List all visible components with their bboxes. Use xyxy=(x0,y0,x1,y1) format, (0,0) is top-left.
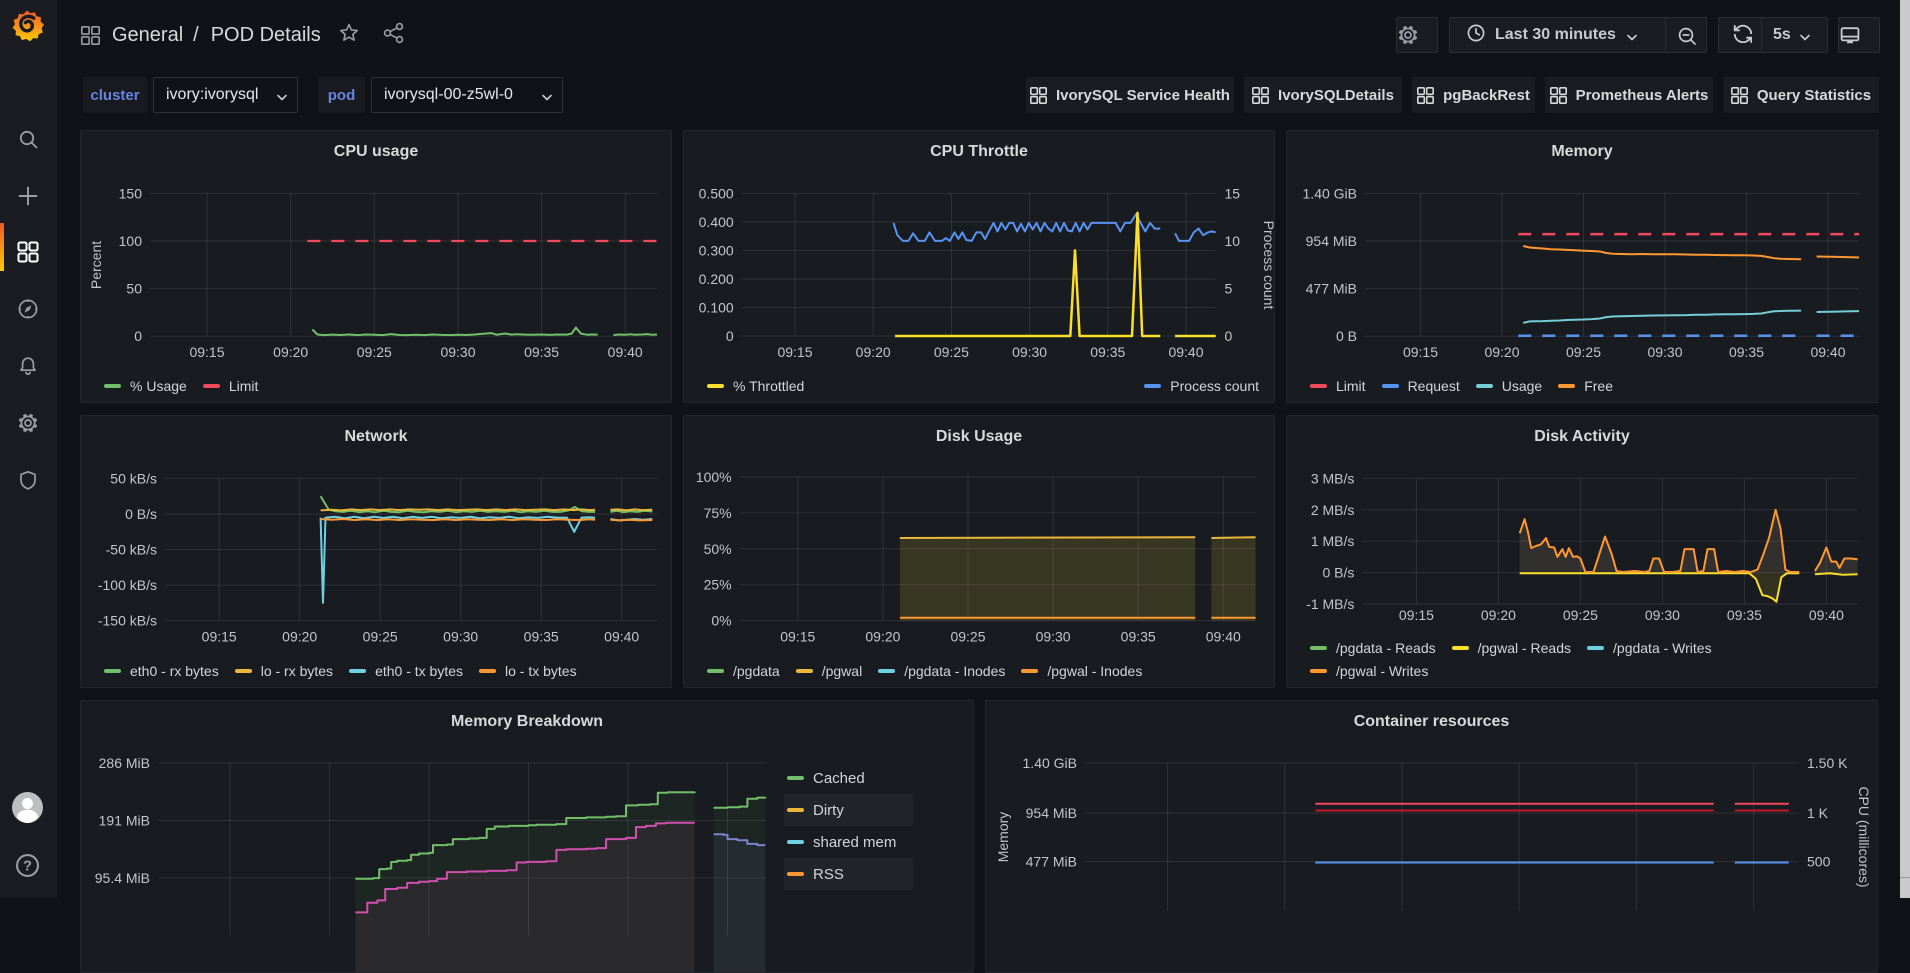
svg-text:0.500: 0.500 xyxy=(699,185,734,201)
svg-text:25%: 25% xyxy=(704,577,732,593)
svg-text:1.40 GiB: 1.40 GiB xyxy=(1023,755,1077,771)
svg-text:09:35: 09:35 xyxy=(524,629,559,645)
svg-text:50%: 50% xyxy=(704,541,732,557)
svg-text:0 B/s: 0 B/s xyxy=(125,506,157,522)
svg-text:09:20: 09:20 xyxy=(282,629,317,645)
svg-text:09:15: 09:15 xyxy=(1399,607,1434,623)
svg-text:0.100: 0.100 xyxy=(699,300,734,316)
svg-text:09:40: 09:40 xyxy=(1810,344,1845,360)
svg-text:?: ? xyxy=(23,859,32,875)
svg-text:150: 150 xyxy=(119,185,143,201)
svg-text:954 MiB: 954 MiB xyxy=(1026,805,1077,821)
svg-text:100%: 100% xyxy=(696,469,732,485)
svg-text:09:30: 09:30 xyxy=(1647,344,1682,360)
svg-text:191 MiB: 191 MiB xyxy=(99,813,150,829)
svg-text:09:40: 09:40 xyxy=(608,344,643,360)
svg-text:75%: 75% xyxy=(704,505,732,521)
svg-text:0: 0 xyxy=(134,328,142,344)
svg-text:0.200: 0.200 xyxy=(699,271,734,287)
svg-text:954 MiB: 954 MiB xyxy=(1306,233,1357,249)
svg-text:09:20: 09:20 xyxy=(865,629,900,645)
svg-text:-50 kB/s: -50 kB/s xyxy=(106,542,157,558)
svg-text:09:35: 09:35 xyxy=(1090,344,1125,360)
svg-text:09:20: 09:20 xyxy=(856,344,891,360)
svg-text:Percent: Percent xyxy=(88,241,104,289)
svg-text:0 B: 0 B xyxy=(1336,328,1357,344)
svg-text:95.4 MiB: 95.4 MiB xyxy=(95,870,150,886)
svg-text:1 MB/s: 1 MB/s xyxy=(1311,533,1355,549)
svg-text:09:30: 09:30 xyxy=(443,629,478,645)
svg-text:100: 100 xyxy=(119,233,143,249)
svg-text:0%: 0% xyxy=(711,613,731,629)
svg-text:15: 15 xyxy=(1225,185,1241,201)
svg-text:5: 5 xyxy=(1225,281,1233,297)
svg-text:09:35: 09:35 xyxy=(1727,607,1762,623)
svg-text:09:40: 09:40 xyxy=(604,629,639,645)
svg-text:50 kB/s: 50 kB/s xyxy=(110,470,157,486)
svg-text:09:25: 09:25 xyxy=(934,344,969,360)
svg-text:09:25: 09:25 xyxy=(950,629,985,645)
svg-text:0: 0 xyxy=(726,328,734,344)
svg-text:09:15: 09:15 xyxy=(1403,344,1438,360)
svg-text:09:35: 09:35 xyxy=(524,344,559,360)
svg-text:-150 kB/s: -150 kB/s xyxy=(98,613,157,629)
svg-text:09:20: 09:20 xyxy=(273,344,308,360)
svg-text:50: 50 xyxy=(126,281,142,297)
svg-text:Process count: Process count xyxy=(1261,221,1275,310)
svg-text:09:30: 09:30 xyxy=(440,344,475,360)
svg-text:09:40: 09:40 xyxy=(1809,607,1844,623)
svg-text:09:40: 09:40 xyxy=(1206,629,1241,645)
svg-text:09:40: 09:40 xyxy=(1168,344,1203,360)
svg-text:0: 0 xyxy=(1225,328,1233,344)
svg-text:09:25: 09:25 xyxy=(1566,344,1601,360)
svg-text:CPU (millicores): CPU (millicores) xyxy=(1856,786,1872,887)
svg-text:-1 MB/s: -1 MB/s xyxy=(1306,596,1354,612)
svg-text:0.300: 0.300 xyxy=(699,243,734,259)
svg-text:09:25: 09:25 xyxy=(357,344,392,360)
svg-text:2 MB/s: 2 MB/s xyxy=(1311,502,1355,518)
svg-text:09:30: 09:30 xyxy=(1645,607,1680,623)
svg-text:1.40 GiB: 1.40 GiB xyxy=(1303,185,1357,201)
svg-text:09:25: 09:25 xyxy=(363,629,398,645)
svg-text:09:35: 09:35 xyxy=(1729,344,1764,360)
svg-text:09:35: 09:35 xyxy=(1121,629,1156,645)
svg-text:477 MiB: 477 MiB xyxy=(1026,854,1077,870)
svg-text:0.400: 0.400 xyxy=(699,214,734,230)
svg-text:500: 500 xyxy=(1807,854,1831,870)
svg-text:0 B/s: 0 B/s xyxy=(1322,565,1354,581)
svg-text:477 MiB: 477 MiB xyxy=(1306,281,1357,297)
svg-text:1.50 K: 1.50 K xyxy=(1807,755,1848,771)
svg-text:10: 10 xyxy=(1225,233,1241,249)
svg-text:09:20: 09:20 xyxy=(1481,607,1516,623)
svg-text:09:15: 09:15 xyxy=(777,344,812,360)
svg-text:09:15: 09:15 xyxy=(202,629,237,645)
svg-text:3 MB/s: 3 MB/s xyxy=(1311,470,1355,486)
svg-text:-100 kB/s: -100 kB/s xyxy=(98,577,157,593)
svg-text:09:15: 09:15 xyxy=(189,344,224,360)
svg-text:286 MiB: 286 MiB xyxy=(99,755,150,771)
svg-text:09:15: 09:15 xyxy=(780,629,815,645)
svg-text:1 K: 1 K xyxy=(1807,805,1829,821)
svg-text:Memory: Memory xyxy=(995,812,1011,863)
svg-text:09:20: 09:20 xyxy=(1484,344,1519,360)
svg-text:09:30: 09:30 xyxy=(1012,344,1047,360)
svg-text:09:30: 09:30 xyxy=(1036,629,1071,645)
svg-text:09:25: 09:25 xyxy=(1563,607,1598,623)
